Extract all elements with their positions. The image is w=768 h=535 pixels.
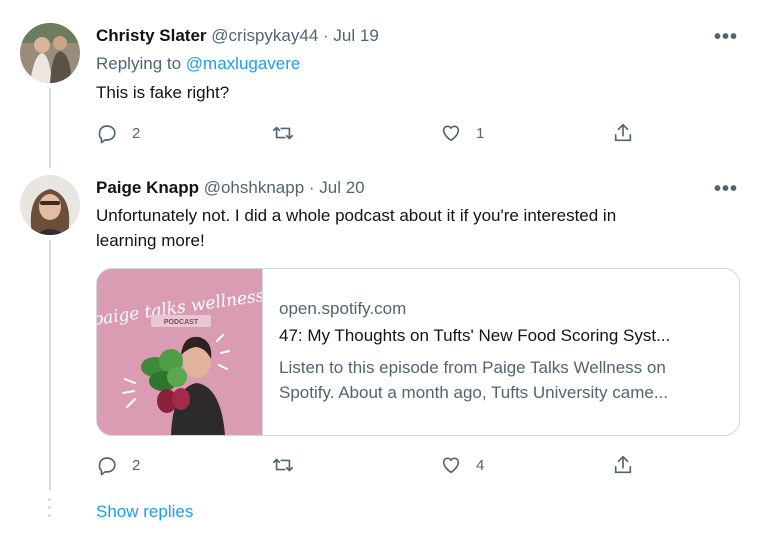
tweet-actions: 2 4 (96, 453, 656, 477)
user-handle[interactable]: @ohshknapp (204, 178, 304, 197)
tweet-header: Paige Knapp @ohshknapp · Jul 20 (96, 178, 365, 198)
retweet-icon (273, 126, 293, 140)
card-description-line: Listen to this episode from Paige Talks … (279, 358, 666, 377)
reply-icon (98, 125, 116, 144)
user-name[interactable]: Paige Knapp (96, 178, 199, 197)
tweet-header: Christy Slater @crispykay44 · Jul 19 (96, 26, 379, 46)
share-button[interactable] (612, 121, 634, 145)
reply-icon (98, 457, 116, 476)
tweet-text: Unfortunately not. I did a whole podcast… (96, 203, 716, 253)
like-button[interactable]: 1 (440, 121, 484, 145)
like-icon (442, 457, 460, 474)
retweet-button[interactable] (272, 453, 308, 477)
reply-count: 2 (132, 124, 141, 142)
card-domain: open.spotify.com (279, 299, 407, 318)
more-icon[interactable]: ••• (714, 178, 738, 201)
avatar[interactable] (20, 175, 80, 235)
reply-button[interactable]: 2 (96, 121, 140, 145)
user-handle[interactable]: @crispykay44 (211, 26, 318, 45)
replying-handle[interactable]: @maxlugavere (186, 54, 301, 73)
tweet[interactable]: Christy Slater @crispykay44 · Jul 19 •••… (0, 0, 768, 170)
card-description-line: Spotify. About a month ago, Tufts Univer… (279, 383, 668, 402)
reply-button[interactable]: 2 (96, 453, 140, 477)
user-name[interactable]: Christy Slater (96, 26, 207, 45)
tweet-date[interactable]: · Jul 20 (309, 178, 365, 197)
cover-badge-text: PODCAST (164, 319, 199, 326)
tweet-date[interactable]: · Jul 19 (323, 26, 379, 45)
avatar[interactable] (20, 23, 80, 83)
like-count: 1 (476, 124, 485, 142)
share-button[interactable] (612, 453, 634, 477)
link-card[interactable]: paige talks wellness PODCAST open.spotif… (96, 268, 740, 436)
card-description: Listen to this episode from Paige Talks … (279, 355, 724, 405)
tweet-text-line: Unfortunately not. I did a whole podcast… (96, 206, 617, 225)
like-count: 4 (476, 456, 485, 474)
share-icon (614, 123, 632, 142)
tweet-actions: 2 1 (96, 121, 656, 145)
reply-count: 2 (132, 456, 141, 474)
card-title: 47: My Thoughts on Tufts' New Food Scori… (279, 326, 671, 345)
retweet-icon (273, 458, 293, 472)
tweet-text: This is fake right? (96, 83, 230, 102)
replying-to: Replying to @maxlugavere (96, 54, 300, 74)
share-icon (614, 455, 632, 474)
more-icon[interactable]: ••• (714, 26, 738, 49)
show-replies-link[interactable]: Show replies (96, 502, 193, 522)
like-button[interactable]: 4 (440, 453, 484, 477)
like-icon (442, 125, 460, 142)
thread-dots (48, 498, 51, 522)
retweet-button[interactable] (272, 121, 308, 145)
replying-label: Replying to (96, 54, 182, 73)
podcast-cover-image: paige talks wellness PODCAST (97, 269, 266, 435)
tweet-text-line: learning more! (96, 231, 205, 250)
